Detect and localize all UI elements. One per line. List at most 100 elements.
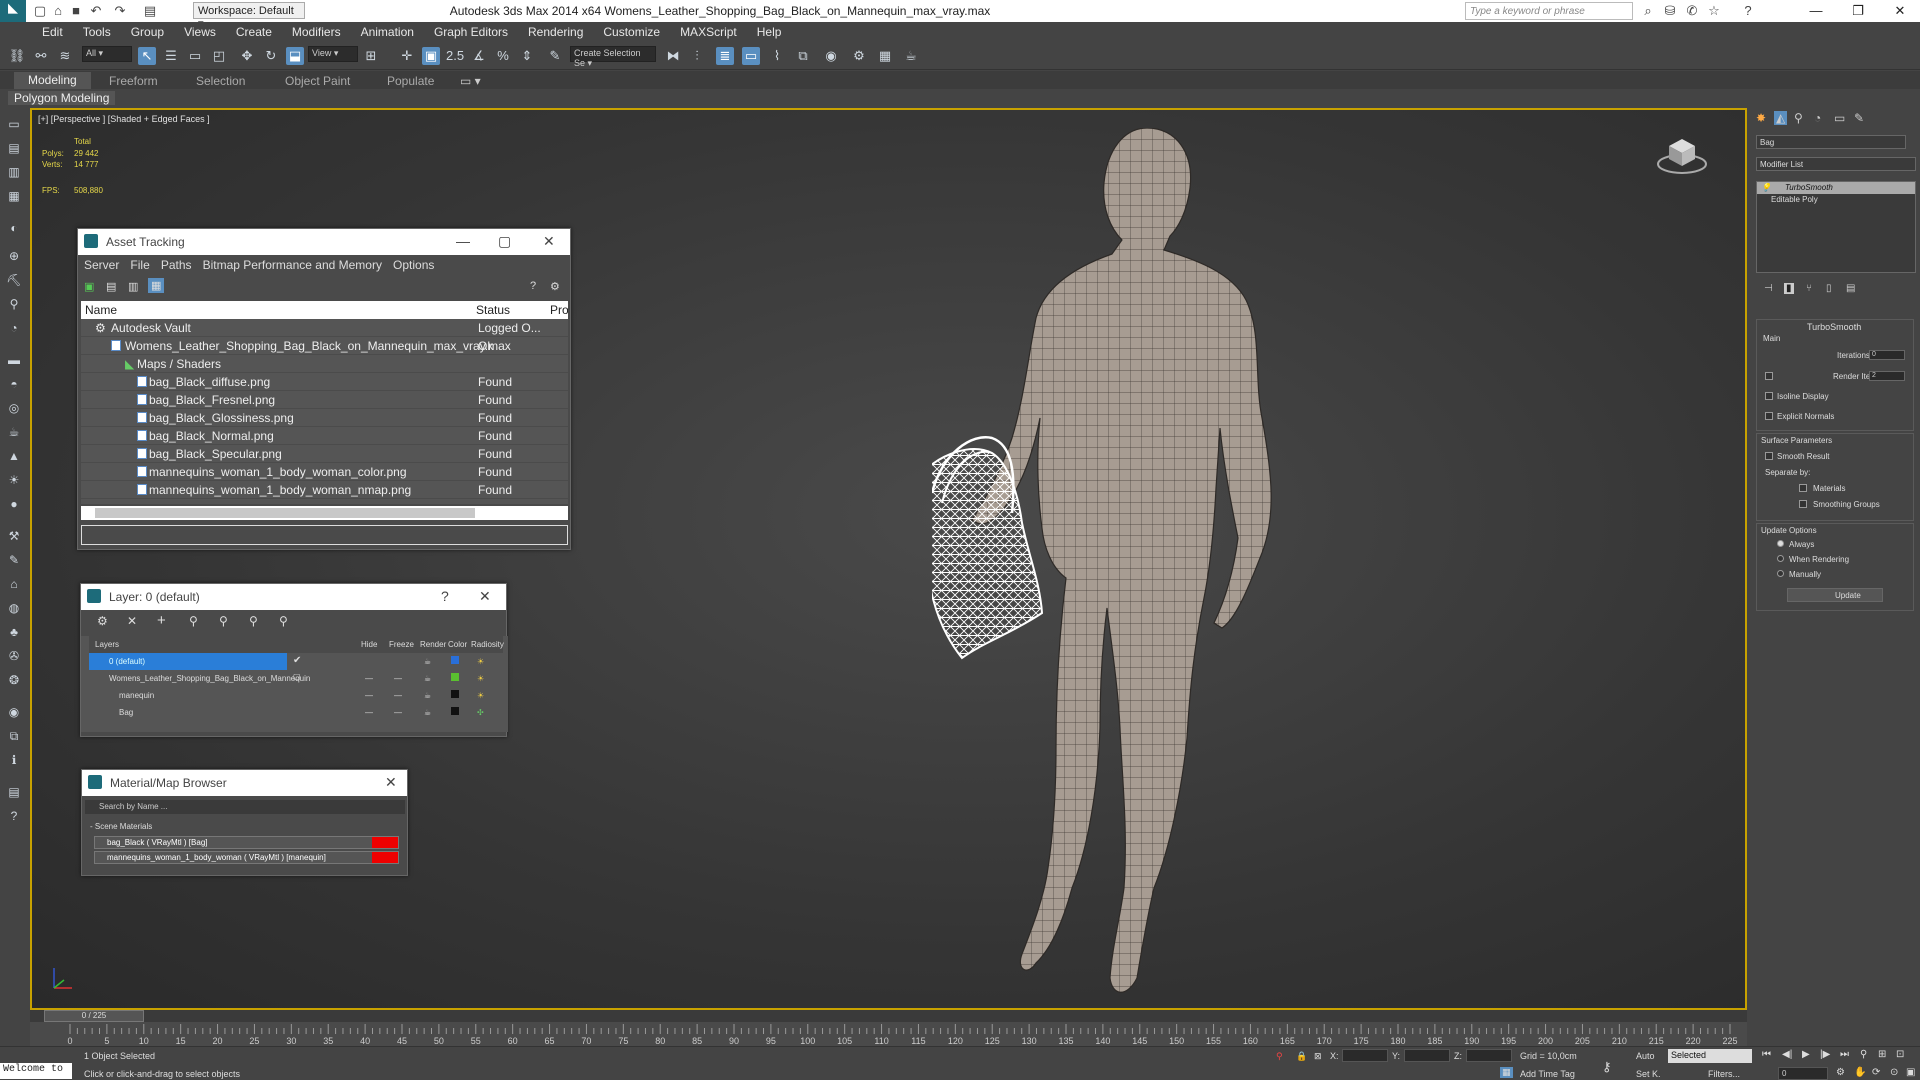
radiosity-icon[interactable]: ☀ — [477, 691, 484, 700]
tab-freeform[interactable]: Freeform — [109, 74, 158, 88]
asset-path-field[interactable] — [81, 525, 568, 545]
configure-sets-icon[interactable]: ▤ — [1846, 283, 1855, 294]
select-object-icon[interactable]: ↖ — [138, 47, 156, 65]
freeze-all-icon[interactable]: ⚲ — [279, 614, 288, 628]
light-bulb-icon[interactable]: 💡 — [1761, 183, 1771, 192]
lock-icon[interactable]: 🔒 — [1296, 1051, 1307, 1062]
render-iters-checkbox[interactable] — [1765, 372, 1773, 380]
camera-icon[interactable]: ⌂ — [5, 575, 23, 593]
at-menu-bitmap-performance[interactable]: Bitmap Performance and Memory — [201, 255, 384, 275]
set-key-button[interactable]: Set K. — [1636, 1069, 1661, 1079]
menu-tools[interactable]: Tools — [73, 22, 121, 39]
menu-group[interactable]: Group — [121, 22, 174, 39]
rotate-icon[interactable]: ↻ — [262, 47, 280, 65]
close-button[interactable]: ✕ — [1884, 2, 1916, 20]
scene-explorer-icon[interactable]: ▥ — [5, 163, 23, 181]
cone-icon[interactable]: ▲ — [5, 447, 23, 465]
tab-selection[interactable]: Selection — [196, 74, 245, 88]
select-link-icon[interactable]: ⛓ — [8, 47, 26, 65]
show-end-result-icon[interactable]: ▮ — [1784, 283, 1794, 294]
modify-tool-icon[interactable]: ⛏ — [5, 271, 23, 289]
bind-space-warp-icon[interactable]: ≋ — [56, 47, 74, 65]
create-icon[interactable]: ▤ — [5, 139, 23, 157]
rollout-title[interactable]: TurboSmooth — [1807, 322, 1861, 332]
angle-snap-icon[interactable]: ∡ — [470, 47, 488, 65]
viewport-label[interactable]: [+] [Perspective ] [Shaded + Edged Faces… — [38, 114, 210, 124]
walkthrough-icon[interactable]: ⊙ — [1890, 1067, 1898, 1078]
select-in-layer-icon[interactable]: ⚲ — [189, 614, 198, 628]
menu-animation[interactable]: Animation — [351, 22, 424, 39]
ribbon-toggle-icon[interactable]: ▭ — [742, 47, 760, 65]
x-coordinate-field[interactable] — [1342, 1049, 1388, 1062]
play-icon[interactable]: ▶ — [1802, 1049, 1810, 1060]
pin-stack-icon[interactable]: ⊣ — [1764, 283, 1773, 294]
keyboard-shortcut-override-icon[interactable]: ▣ — [422, 47, 440, 65]
maximize-icon[interactable]: ▢ — [498, 233, 511, 250]
layer-options-icon[interactable]: ⚙ — [97, 614, 108, 628]
goto-end-icon[interactable]: ⏭ — [1840, 1049, 1849, 1060]
sphere-icon[interactable]: ◓ — [5, 375, 23, 393]
named-selection-dropdown[interactable]: Create Selection Se ▾ — [570, 46, 656, 68]
smoothing-groups-checkbox[interactable] — [1799, 500, 1807, 508]
table-row[interactable]: bag_Black_Glossiness.png Found — [81, 409, 568, 427]
highlight-layer-icon[interactable]: ⚲ — [219, 614, 228, 628]
col-radiosity[interactable]: Radiosity — [471, 640, 504, 649]
refresh-icon[interactable]: ▣ — [84, 280, 94, 293]
table-row[interactable]: bag_Black_Fresnel.png Found — [81, 391, 568, 409]
subscription-icon[interactable]: ⛁ — [1662, 3, 1678, 19]
help-side-icon[interactable]: ? — [5, 807, 23, 825]
globe-icon[interactable]: ◍ — [5, 599, 23, 617]
minimize-button[interactable]: — — [1800, 2, 1832, 20]
tree-view-icon[interactable]: ▥ — [128, 280, 138, 293]
menu-customize[interactable]: Customize — [593, 22, 670, 39]
populate-icon[interactable]: ♣ — [5, 623, 23, 641]
isolate-icon[interactable]: ⚲ — [1276, 1051, 1283, 1062]
table-row[interactable]: bag_Black_Specular.png Found — [81, 445, 568, 463]
menu-edit[interactable]: Edit — [32, 22, 73, 39]
ribbon-options-icon[interactable]: ▭ ▾ — [460, 74, 481, 88]
tab-populate[interactable]: Populate — [387, 74, 434, 88]
polygon-modeling-tab[interactable]: Polygon Modeling — [8, 91, 116, 105]
menu-graph-editors[interactable]: Graph Editors — [424, 22, 518, 39]
schematic-view-icon[interactable]: ⧉ — [794, 47, 812, 65]
at-menu-server[interactable]: Server — [82, 255, 121, 275]
layer-titlebar[interactable]: Layer: 0 (default) ? ✕ — [81, 584, 506, 610]
materials-checkbox[interactable] — [1799, 484, 1807, 492]
maximize-viewport-icon[interactable]: ▣ — [1906, 1067, 1915, 1078]
scroll-thumb[interactable] — [95, 508, 475, 518]
table-row[interactable]: ⚙ Autodesk Vault Logged O... — [81, 319, 568, 337]
add-time-tag[interactable]: Add Time Tag — [1520, 1069, 1575, 1079]
restore-button[interactable]: ❐ — [1842, 2, 1874, 20]
utilities-tab-icon[interactable]: ✎ — [1854, 111, 1864, 125]
time-config-icon[interactable]: ⚙ — [1836, 1067, 1845, 1078]
hide-toggle[interactable]: — — [365, 708, 373, 717]
explicit-normals-checkbox[interactable] — [1765, 412, 1773, 420]
table-row[interactable]: bag_Black_diffuse.png Found — [81, 373, 568, 391]
geosphere-icon[interactable]: ● — [5, 495, 23, 513]
zoom-icon[interactable]: ⚲ — [1860, 1049, 1867, 1060]
viewcube-icon[interactable] — [1657, 132, 1707, 176]
move-icon[interactable]: ✥ — [238, 47, 256, 65]
col-proxy[interactable]: Pro — [550, 303, 568, 317]
time-slider-thumb[interactable]: 0 / 225 — [44, 1010, 144, 1022]
tab-modeling[interactable]: Modeling — [14, 72, 91, 89]
isoline-checkbox[interactable] — [1765, 392, 1773, 400]
rectangular-selection-icon[interactable]: ▭ — [186, 47, 204, 65]
favorites-star-icon[interactable]: ☆ — [1706, 3, 1722, 19]
key-icon[interactable]: ⚷ — [1602, 1059, 1612, 1075]
z-coordinate-field[interactable] — [1466, 1049, 1512, 1062]
layer-row[interactable]: 0 (default) ✔ ☕ ☀ — [89, 653, 503, 670]
search-input[interactable]: Type a keyword or phrase — [1465, 2, 1633, 20]
wrench-icon[interactable]: ✇ — [5, 647, 23, 665]
table-row[interactable]: mannequins_woman_1_body_woman_nmap.png Fo… — [81, 481, 568, 499]
col-render[interactable]: Render — [420, 640, 446, 649]
radiosity-icon[interactable]: ☀ — [477, 657, 484, 666]
auto-key-button[interactable]: Auto — [1636, 1051, 1655, 1061]
render-teapot-icon[interactable]: ☕ — [424, 657, 431, 666]
material-browser-titlebar[interactable]: Material/Map Browser ✕ — [82, 770, 407, 796]
layer-color-swatch[interactable] — [451, 690, 459, 698]
iterations-spinner[interactable]: 0 — [1869, 350, 1905, 360]
hierarchy-list-icon[interactable]: ⧉ — [5, 727, 23, 745]
menu-views[interactable]: Views — [174, 22, 226, 39]
table-row[interactable]: bag_Black_Normal.png Found — [81, 427, 568, 445]
